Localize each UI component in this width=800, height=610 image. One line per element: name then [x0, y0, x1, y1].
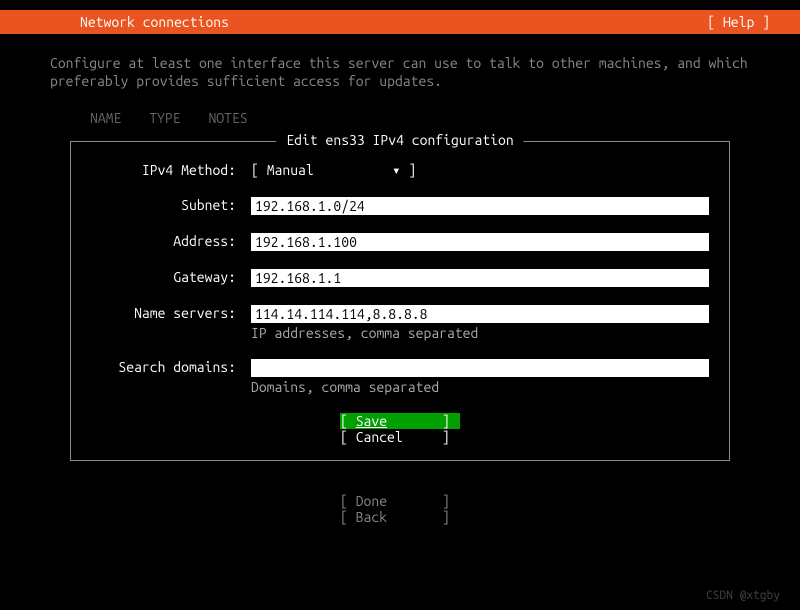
done-button[interactable]: [ Done ]: [340, 493, 460, 509]
address-input[interactable]: [251, 233, 709, 251]
searchdomains-row: Search domains: Domains, comma separated: [91, 359, 709, 395]
subnet-input[interactable]: [251, 197, 709, 215]
gateway-row: Gateway:: [91, 269, 709, 287]
cancel-button[interactable]: [ Cancel ]: [340, 429, 460, 445]
bottom-actions: [ Done ] [ Back ]: [50, 493, 750, 525]
nameservers-hint: IP addresses, comma separated: [251, 325, 709, 341]
box-actions: [ Save ] [ Cancel ]: [91, 413, 709, 445]
main-content: Configure at least one interface this se…: [0, 34, 800, 525]
description-text: Configure at least one interface this se…: [50, 54, 750, 90]
config-box: Edit ens33 IPv4 configuration IPv4 Metho…: [70, 141, 730, 461]
subnet-row: Subnet:: [91, 197, 709, 215]
nameservers-row: Name servers: IP addresses, comma separa…: [91, 305, 709, 341]
save-button[interactable]: [ Save ]: [340, 413, 460, 429]
address-row: Address:: [91, 233, 709, 251]
col-notes: NOTES: [208, 110, 247, 126]
method-label: IPv4 Method:: [91, 162, 251, 178]
method-row: IPv4 Method: [ Manual ▾ ]: [91, 162, 709, 179]
nameservers-input[interactable]: [251, 305, 709, 323]
subnet-label: Subnet:: [91, 197, 251, 213]
col-name: NAME: [90, 110, 121, 126]
help-button[interactable]: [ Help ]: [707, 14, 770, 30]
method-dropdown[interactable]: [ Manual ▾ ]: [251, 162, 416, 179]
col-type: TYPE: [149, 110, 180, 126]
page-title: Network connections: [80, 14, 229, 30]
nameservers-label: Name servers:: [91, 305, 251, 321]
column-headers: NAME TYPE NOTES: [50, 110, 750, 126]
box-title: Edit ens33 IPv4 configuration: [276, 132, 523, 148]
watermark: CSDN @xtgby: [706, 589, 780, 602]
searchdomains-hint: Domains, comma separated: [251, 379, 709, 395]
address-label: Address:: [91, 233, 251, 249]
gateway-input[interactable]: [251, 269, 709, 287]
gateway-label: Gateway:: [91, 269, 251, 285]
searchdomains-input[interactable]: [251, 359, 709, 377]
searchdomains-label: Search domains:: [91, 359, 251, 375]
back-button[interactable]: [ Back ]: [340, 509, 460, 525]
header-bar: Network connections [ Help ]: [0, 10, 800, 34]
